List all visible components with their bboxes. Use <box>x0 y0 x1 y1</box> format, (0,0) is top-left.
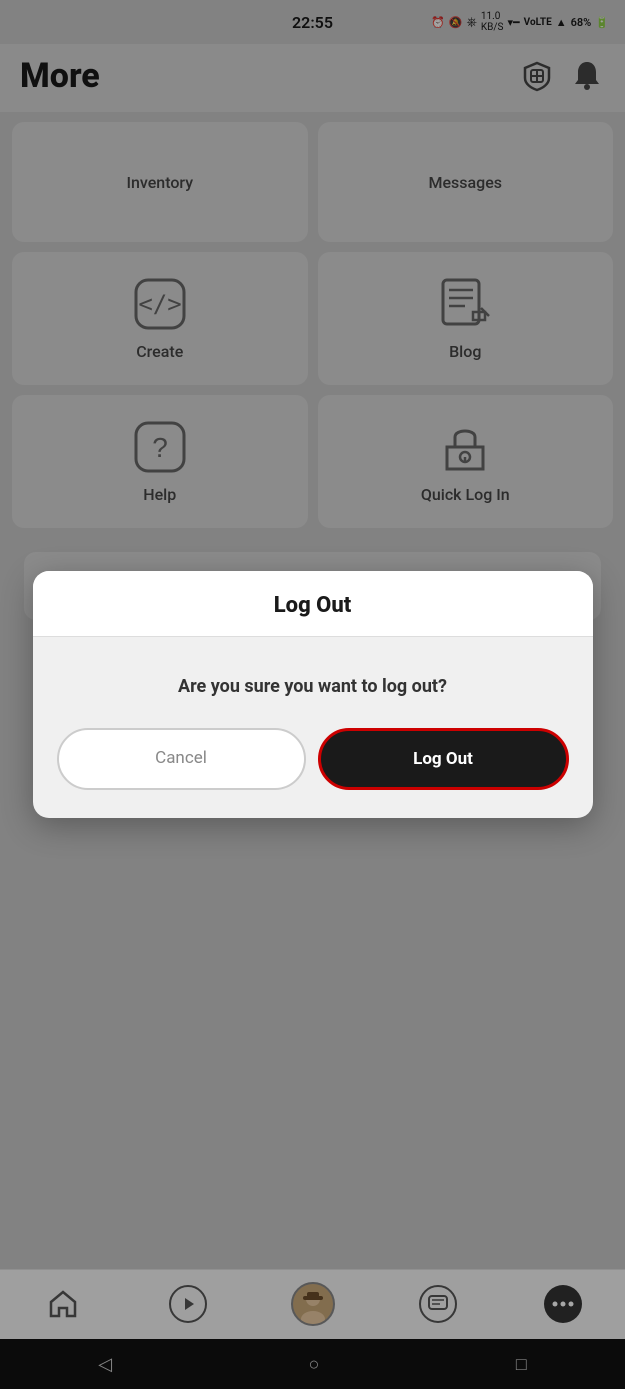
cancel-label: Cancel <box>155 748 207 768</box>
confirm-logout-label: Log Out <box>413 749 473 769</box>
logout-modal: Log Out Are you sure you want to log out… <box>33 571 593 818</box>
cancel-button[interactable]: Cancel <box>57 728 306 790</box>
modal-header: Log Out <box>33 571 593 637</box>
modal-title: Log Out <box>274 593 351 618</box>
modal-body: Are you sure you want to log out? <box>33 637 593 728</box>
confirm-logout-button[interactable]: Log Out <box>318 728 569 790</box>
modal-actions: Cancel Log Out <box>33 728 593 818</box>
modal-message: Are you sure you want to log out? <box>178 676 447 697</box>
modal-overlay: Log Out Are you sure you want to log out… <box>0 0 625 1389</box>
